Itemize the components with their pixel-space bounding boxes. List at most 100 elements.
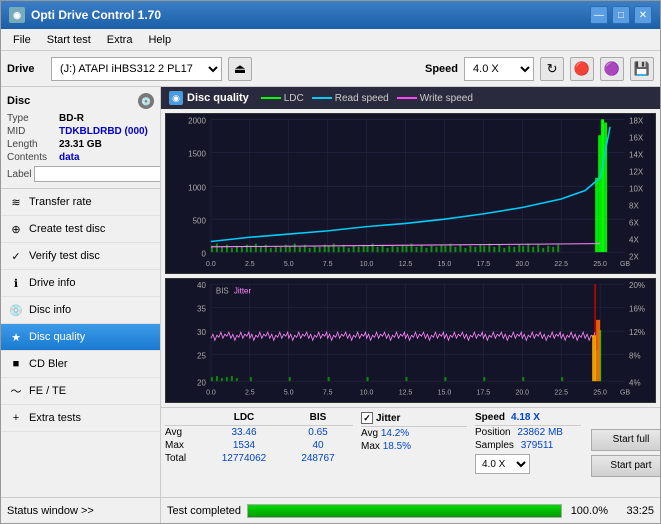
extra-tests-icon: + <box>9 411 23 425</box>
nav-disc-info[interactable]: 💿 Disc info <box>1 297 160 324</box>
svg-text:17.5: 17.5 <box>477 259 491 268</box>
svg-text:35: 35 <box>197 305 206 314</box>
write-speed-label: Write speed <box>420 93 473 104</box>
nav-drive-info[interactable]: ℹ Drive info <box>1 270 160 297</box>
svg-text:5.0: 5.0 <box>284 259 294 268</box>
drive-select[interactable]: (J:) ATAPI iHBS312 2 PL17 <box>51 57 222 81</box>
start-full-button[interactable]: Start full <box>591 429 660 451</box>
nav-create-test-disc-label: Create test disc <box>29 223 105 235</box>
bottom-chart-svg: 40 35 30 25 20 20% 16% 12% 8% 4% BIS Jit… <box>166 279 655 402</box>
svg-text:6X: 6X <box>629 218 639 227</box>
main-content: Disc 💿 Type BD-R MID TDKBLDRBD (000) Len… <box>1 87 660 497</box>
svg-text:14X: 14X <box>629 150 644 159</box>
refresh-button[interactable]: ↻ <box>540 57 564 81</box>
svg-text:1000: 1000 <box>188 183 206 192</box>
toolbar: Drive (J:) ATAPI iHBS312 2 PL17 ⏏ Speed … <box>1 51 660 87</box>
svg-text:20%: 20% <box>629 282 645 291</box>
svg-text:16%: 16% <box>629 305 645 314</box>
jitter-max-val: 18.5% <box>383 441 411 452</box>
nav-extra-tests-label: Extra tests <box>29 412 81 424</box>
right-panel: ◉ Disc quality LDC Read speed Write spee… <box>161 87 660 497</box>
speed-select[interactable]: 4.0 X 2.0 X 8.0 X <box>464 57 534 81</box>
svg-text:5.0: 5.0 <box>284 390 294 397</box>
bottom-status-bar: Status window >> Test completed 100.0% 3… <box>1 497 660 523</box>
start-part-button[interactable]: Start part <box>591 455 660 477</box>
jitter-label: Jitter <box>376 413 400 424</box>
jitter-checkbox[interactable]: ✓ <box>361 412 373 424</box>
samples-label: Samples <box>475 440 514 451</box>
disc-icon: 💿 <box>138 93 154 109</box>
menu-file[interactable]: File <box>5 32 39 48</box>
svg-text:16X: 16X <box>629 133 644 142</box>
menu-extra[interactable]: Extra <box>99 32 141 48</box>
save-button[interactable]: 💾 <box>630 57 654 81</box>
maximize-button[interactable]: □ <box>612 6 630 24</box>
svg-text:500: 500 <box>193 216 207 225</box>
svg-text:25.0: 25.0 <box>593 259 607 268</box>
max-label: Max <box>165 440 205 451</box>
mid-value: TDKBLDRBD (000) <box>59 126 148 137</box>
svg-text:20: 20 <box>197 379 206 388</box>
svg-text:17.5: 17.5 <box>477 390 491 397</box>
nav-transfer-rate-label: Transfer rate <box>29 196 92 208</box>
disc-quality-icon: ★ <box>9 330 23 344</box>
window-title: Opti Drive Control 1.70 <box>31 8 161 22</box>
legend-ldc: LDC <box>261 93 304 104</box>
disc-length-row: Length 23.31 GB <box>7 139 154 150</box>
nav-extra-tests[interactable]: + Extra tests <box>1 405 160 432</box>
nav-cd-bler[interactable]: ■ CD Bler <box>1 351 160 378</box>
transfer-rate-icon: ≋ <box>9 195 23 209</box>
cd-bler-icon: ■ <box>9 357 23 371</box>
svg-text:15.0: 15.0 <box>438 390 452 397</box>
length-label: Length <box>7 139 55 150</box>
speed-section: Speed 4.18 X Position 23862 MB Samples 3… <box>471 412 581 493</box>
contents-label: Contents <box>7 152 55 163</box>
jitter-avg-val: 14.2% <box>381 428 409 439</box>
label-input[interactable] <box>34 166 161 182</box>
disc-contents-row: Contents data <box>7 152 154 163</box>
nav-verify-test-disc[interactable]: ✓ Verify test disc <box>1 243 160 270</box>
nav-drive-info-label: Drive info <box>29 277 75 289</box>
eject-button[interactable]: ⏏ <box>228 57 252 81</box>
minimize-button[interactable]: — <box>590 6 608 24</box>
speed-select-row: 4.0 X 2.0 X <box>475 454 581 474</box>
menu-help[interactable]: Help <box>140 32 179 48</box>
test-speed-select[interactable]: 4.0 X 2.0 X <box>475 454 530 474</box>
svg-text:0.0: 0.0 <box>206 259 216 268</box>
max-ldc: 1534 <box>209 440 279 451</box>
settings-button2[interactable]: 🟣 <box>600 57 624 81</box>
nav-transfer-rate[interactable]: ≋ Transfer rate <box>1 189 160 216</box>
position-label: Position <box>475 427 511 438</box>
total-ldc: 12774062 <box>209 453 279 464</box>
jitter-avg: Avg 14.2% <box>361 427 467 440</box>
svg-text:GB: GB <box>620 390 630 397</box>
speed-header: Speed 4.18 X <box>475 412 581 426</box>
jitter-max-label: Max <box>361 441 380 452</box>
status-window-button[interactable]: Status window >> <box>1 498 161 523</box>
nav-fe-te[interactable]: 〜 FE / TE <box>1 378 160 405</box>
svg-text:Jitter: Jitter <box>234 287 252 296</box>
total-bis: 248767 <box>283 453 353 464</box>
svg-text:0: 0 <box>201 249 206 258</box>
top-chart-svg: 2000 1500 1000 500 0 18X 16X 14X 12X 10X… <box>166 114 655 273</box>
svg-text:12.5: 12.5 <box>399 259 413 268</box>
status-completed-text: Test completed <box>167 505 241 517</box>
nav-disc-quality[interactable]: ★ Disc quality <box>1 324 160 351</box>
nav-verify-test-disc-label: Verify test disc <box>29 250 100 262</box>
progress-percentage: 100.0% <box>568 505 608 517</box>
close-button[interactable]: ✕ <box>634 6 652 24</box>
disc-label-row: Label ⚙ <box>7 166 154 182</box>
svg-text:22.5: 22.5 <box>554 390 568 397</box>
col-empty <box>165 412 205 423</box>
svg-text:0.0: 0.0 <box>206 390 216 397</box>
progress-bar-fill <box>248 505 561 517</box>
stats-table: LDC BIS Avg 33.46 0.65 Max 1534 40 <box>165 412 353 493</box>
ldc-color <box>261 97 281 99</box>
nav-create-test-disc[interactable]: ⊕ Create test disc <box>1 216 160 243</box>
menu-bar: File Start test Extra Help <box>1 29 660 51</box>
col-ldc: LDC <box>209 412 279 423</box>
menu-start-test[interactable]: Start test <box>39 32 99 48</box>
stats-header: LDC BIS <box>165 412 353 426</box>
svg-text:20.0: 20.0 <box>515 390 529 397</box>
settings-button1[interactable]: 🔴 <box>570 57 594 81</box>
